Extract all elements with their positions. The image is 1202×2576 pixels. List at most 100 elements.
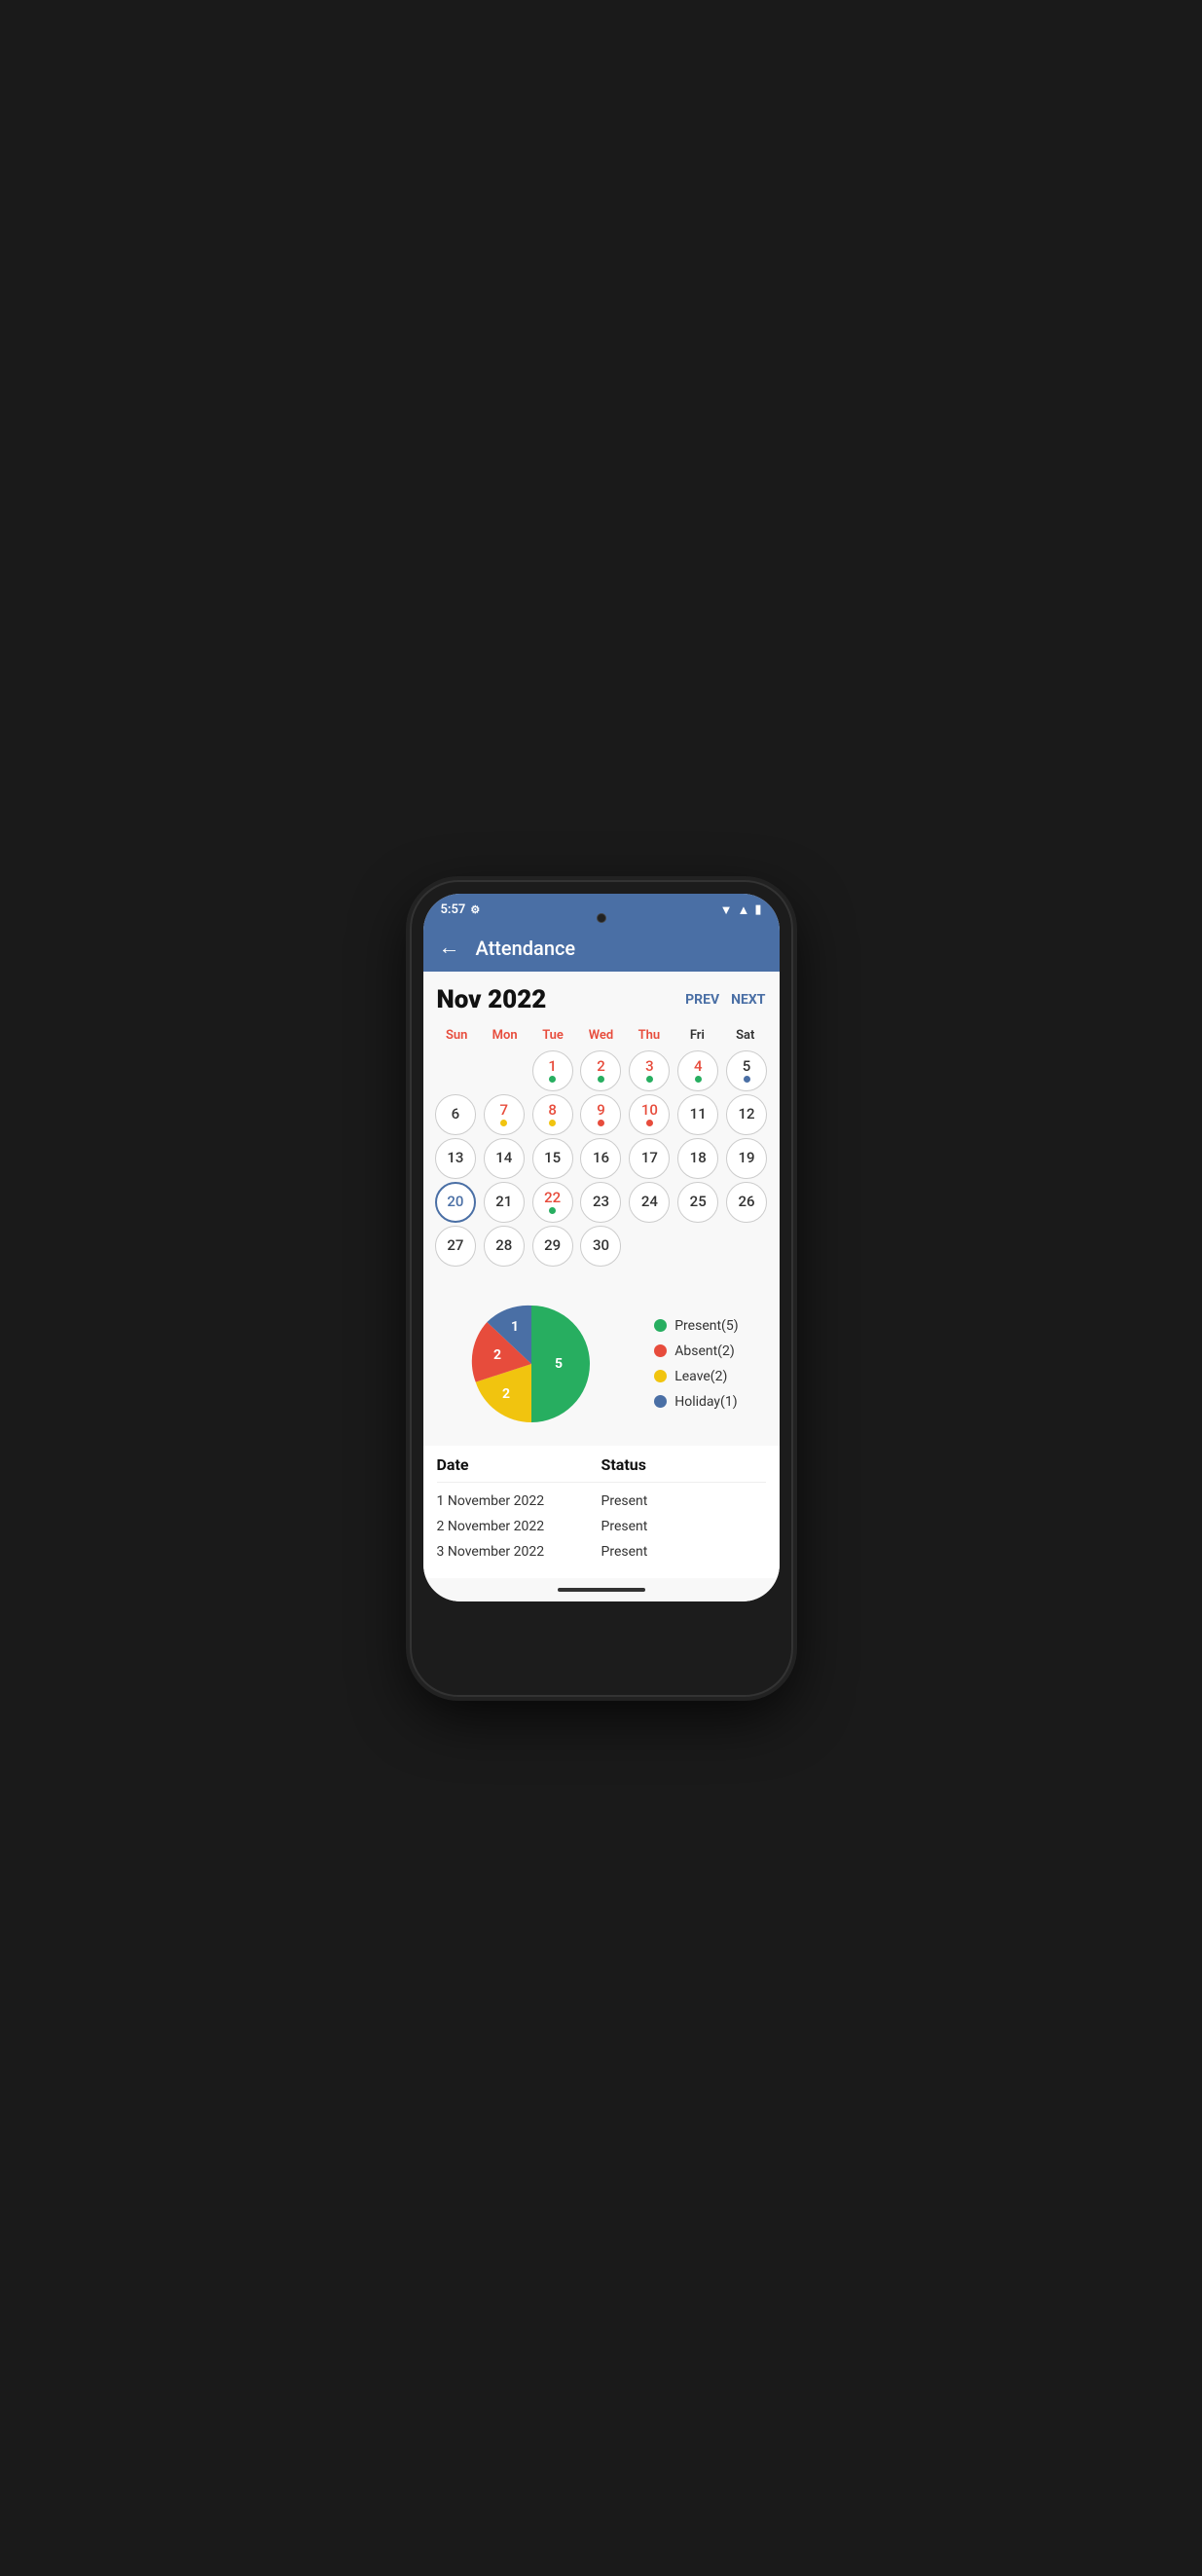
day-number: 20 [447, 1195, 463, 1209]
day-number: 21 [495, 1195, 512, 1209]
calendar-day-18[interactable]: 18 [675, 1138, 721, 1179]
calendar-day-5[interactable]: 5 [724, 1050, 770, 1091]
calendar-day-19[interactable]: 19 [724, 1138, 770, 1179]
calendar-day-7[interactable]: 7 [481, 1094, 527, 1135]
legend-present: Present(5) [654, 1318, 738, 1334]
chart-legend: Present(5) Absent(2) Leave(2) Holiday(1) [654, 1318, 738, 1410]
day-dot-green [549, 1076, 556, 1083]
calendar-day-30[interactable]: 30 [578, 1226, 624, 1267]
attendance-table: Date Status 1 November 2022 Present 2 No… [423, 1446, 780, 1578]
day-number: 5 [743, 1059, 751, 1074]
day-header-fri: Fri [674, 1024, 721, 1047]
legend-label-present: Present(5) [674, 1318, 738, 1334]
day-dot-red [646, 1120, 653, 1126]
table-status-cell: Present [601, 1519, 766, 1534]
day-number: 26 [739, 1195, 755, 1209]
app-header: ← Attendance [423, 925, 780, 972]
calendar-day-21[interactable]: 21 [481, 1182, 527, 1223]
nav-buttons: PREV NEXT [685, 992, 765, 1008]
calendar-day-29[interactable]: 29 [529, 1226, 575, 1267]
calendar-day-10[interactable]: 10 [627, 1094, 673, 1135]
calendar-day-1[interactable]: 1 [529, 1050, 575, 1091]
day-number: 11 [690, 1107, 707, 1122]
table-row: 2 November 2022 Present [437, 1514, 766, 1539]
stats-section: 5 2 2 1 Present(5) Absent(2) Le [423, 1276, 780, 1446]
svg-text:5: 5 [555, 1356, 563, 1372]
calendar-day-14[interactable]: 14 [481, 1138, 527, 1179]
day-number: 27 [447, 1238, 463, 1253]
day-number: 4 [694, 1059, 703, 1074]
svg-text:1: 1 [511, 1319, 519, 1335]
calendar-grid: 1234567891011121314151617181920212223242… [433, 1050, 770, 1267]
calendar-day-empty-0 [433, 1050, 479, 1091]
day-header-sun: Sun [433, 1024, 481, 1047]
day-headers: Sun Mon Tue Wed Thu Fri Sat [433, 1024, 770, 1047]
wifi-icon: ▼ [720, 902, 733, 918]
calendar-day-6[interactable]: 6 [433, 1094, 479, 1135]
day-number: 12 [739, 1107, 755, 1122]
table-rows: 1 November 2022 Present 2 November 2022 … [437, 1489, 766, 1564]
legend-dot-absent [654, 1344, 667, 1357]
calendar-day-13[interactable]: 13 [433, 1138, 479, 1179]
calendar-day-27[interactable]: 27 [433, 1226, 479, 1267]
day-header-tue: Tue [528, 1024, 576, 1047]
next-button[interactable]: NEXT [731, 992, 765, 1008]
day-number: 29 [544, 1238, 561, 1253]
day-dot-green [598, 1076, 604, 1083]
day-number: 16 [593, 1151, 609, 1165]
calendar-day-23[interactable]: 23 [578, 1182, 624, 1223]
legend-label-leave: Leave(2) [674, 1369, 727, 1384]
header-title: Attendance [476, 937, 576, 960]
table-date-cell: 2 November 2022 [437, 1519, 601, 1534]
day-number: 17 [641, 1151, 658, 1165]
day-number: 8 [548, 1103, 557, 1118]
table-date-cell: 3 November 2022 [437, 1544, 601, 1560]
legend-label-holiday: Holiday(1) [674, 1394, 737, 1410]
legend-leave: Leave(2) [654, 1369, 738, 1384]
back-button[interactable]: ← [439, 938, 460, 959]
day-number: 2 [597, 1059, 605, 1074]
calendar-day-25[interactable]: 25 [675, 1182, 721, 1223]
day-number: 25 [690, 1195, 707, 1209]
calendar-day-28[interactable]: 28 [481, 1226, 527, 1267]
calendar-day-empty-32 [627, 1226, 673, 1267]
day-dot-green [695, 1076, 702, 1083]
day-header-thu: Thu [625, 1024, 673, 1047]
calendar-day-20[interactable]: 20 [433, 1182, 479, 1223]
day-dot-yellow [549, 1120, 556, 1126]
calendar-day-24[interactable]: 24 [627, 1182, 673, 1223]
day-number: 22 [544, 1191, 561, 1205]
legend-dot-present [654, 1319, 667, 1332]
calendar-day-11[interactable]: 11 [675, 1094, 721, 1135]
battery-icon: ▮ [754, 902, 761, 917]
calendar-day-9[interactable]: 9 [578, 1094, 624, 1135]
calendar-day-16[interactable]: 16 [578, 1138, 624, 1179]
calendar-day-3[interactable]: 3 [627, 1050, 673, 1091]
legend-dot-holiday [654, 1395, 667, 1408]
table-date-cell: 1 November 2022 [437, 1493, 601, 1509]
calendar-day-4[interactable]: 4 [675, 1050, 721, 1091]
status-icons: ▼ ▲ ▮ [720, 902, 762, 918]
day-number: 9 [597, 1103, 605, 1118]
prev-button[interactable]: PREV [685, 992, 719, 1008]
calendar-day-17[interactable]: 17 [627, 1138, 673, 1179]
month-title: Nov 2022 [437, 985, 547, 1014]
calendar-day-12[interactable]: 12 [724, 1094, 770, 1135]
day-number: 23 [593, 1195, 609, 1209]
table-status-cell: Present [601, 1493, 766, 1509]
day-number: 28 [495, 1238, 512, 1253]
calendar-day-15[interactable]: 15 [529, 1138, 575, 1179]
day-number: 7 [500, 1103, 509, 1118]
day-number: 1 [548, 1059, 557, 1074]
day-number: 14 [495, 1151, 512, 1165]
status-column-header: Status [601, 1455, 766, 1474]
phone-screen: 5:57 ⚙ ▼ ▲ ▮ ← Attendance Nov 2022 PREV … [423, 894, 780, 1601]
day-number: 24 [641, 1195, 658, 1209]
table-header-row: Date Status [437, 1455, 766, 1483]
calendar-header: Nov 2022 PREV NEXT [433, 985, 770, 1014]
calendar-day-26[interactable]: 26 [724, 1182, 770, 1223]
calendar-day-2[interactable]: 2 [578, 1050, 624, 1091]
date-column-header: Date [437, 1455, 601, 1474]
calendar-day-8[interactable]: 8 [529, 1094, 575, 1135]
calendar-day-22[interactable]: 22 [529, 1182, 575, 1223]
